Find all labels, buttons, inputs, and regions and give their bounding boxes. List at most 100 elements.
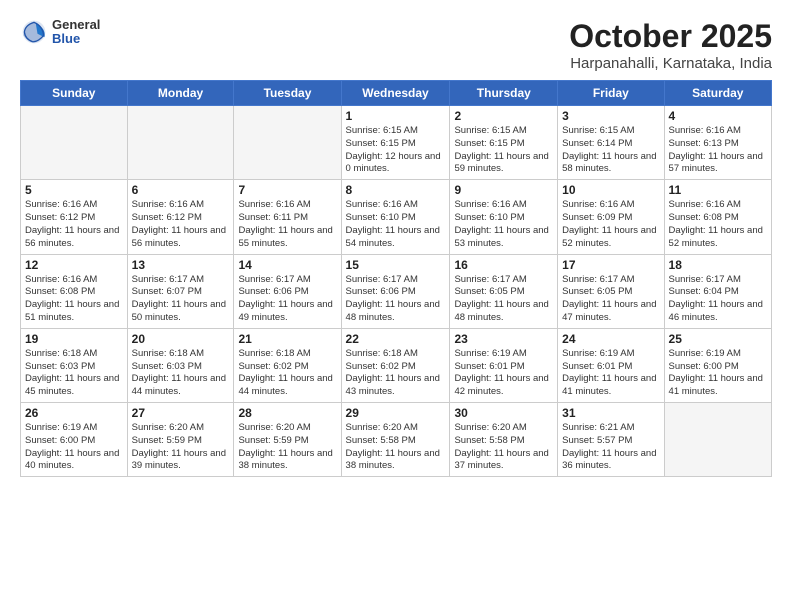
- day-number: 18: [669, 258, 767, 272]
- day-number: 23: [454, 332, 553, 346]
- calendar-week-row: 19Sunrise: 6:18 AM Sunset: 6:03 PM Dayli…: [21, 328, 772, 402]
- calendar-day-cell: [234, 106, 341, 180]
- calendar-day-cell: 15Sunrise: 6:17 AM Sunset: 6:06 PM Dayli…: [341, 254, 450, 328]
- calendar-day-cell: 11 Sunrise: 6:16 AM Sunset: 6:08 PM Dayli…: [664, 180, 771, 254]
- day-info: Sunrise: 6:20 AM Sunset: 5:59 PM Dayligh…: [238, 422, 336, 473]
- calendar-day-cell: 1 Sunrise: 6:15 AM Sunset: 6:15 PM Daylig…: [341, 106, 450, 180]
- day-info: Sunrise: 6:16 AM Sunset: 6:08 PM Dayligh…: [669, 199, 767, 250]
- header: General Blue October 2025 Harpanahalli, …: [20, 18, 772, 72]
- day-number: 22: [346, 332, 446, 346]
- day-number: 28: [238, 406, 336, 420]
- day-info: Sunrise: 6:18 AM Sunset: 6:03 PM Dayligh…: [132, 348, 230, 399]
- day-info: Sunrise: 6:16 AM Sunset: 6:10 PM Dayligh…: [454, 199, 553, 250]
- day-info: Sunrise: 6:21 AM Sunset: 5:57 PM Dayligh…: [562, 422, 659, 473]
- weekday-header: Tuesday: [234, 81, 341, 106]
- weekday-header: Friday: [558, 81, 664, 106]
- calendar-day-cell: 18 Sunrise: 6:17 AM Sunset: 6:04 PM Dayli…: [664, 254, 771, 328]
- calendar-day-cell: 13Sunrise: 6:17 AM Sunset: 6:07 PM Dayli…: [127, 254, 234, 328]
- calendar-day-cell: 26 Sunrise: 6:19 AM Sunset: 6:00 PM Dayli…: [21, 403, 128, 477]
- logo-general-text: General: [52, 18, 100, 32]
- calendar-day-cell: 25Sunrise: 6:19 AM Sunset: 6:00 PM Dayli…: [664, 328, 771, 402]
- page-subtitle: Harpanahalli, Karnataka, India: [569, 55, 772, 72]
- title-block: October 2025 Harpanahalli, Karnataka, In…: [569, 18, 772, 72]
- day-number: 8: [346, 183, 446, 197]
- day-info: Sunrise: 6:17 AM Sunset: 6:04 PM Dayligh…: [669, 274, 767, 325]
- day-number: 13: [132, 258, 230, 272]
- day-info: Sunrise: 6:20 AM Sunset: 5:59 PM Dayligh…: [132, 422, 230, 473]
- day-number: 26: [25, 406, 123, 420]
- day-number: 17: [562, 258, 659, 272]
- day-number: 2: [454, 109, 553, 123]
- weekday-header: Wednesday: [341, 81, 450, 106]
- calendar-day-cell: 3 Sunrise: 6:15 AM Sunset: 6:14 PM Daylig…: [558, 106, 664, 180]
- page-title: October 2025: [569, 18, 772, 55]
- day-number: 10: [562, 183, 659, 197]
- day-info: Sunrise: 6:16 AM Sunset: 6:12 PM Dayligh…: [25, 199, 123, 250]
- day-number: 30: [454, 406, 553, 420]
- page: General Blue October 2025 Harpanahalli, …: [0, 0, 792, 487]
- day-info: Sunrise: 6:19 AM Sunset: 6:01 PM Dayligh…: [562, 348, 659, 399]
- calendar-day-cell: 10Sunrise: 6:16 AM Sunset: 6:09 PM Dayli…: [558, 180, 664, 254]
- calendar-day-cell: 7 Sunrise: 6:16 AM Sunset: 6:11 PM Daylig…: [234, 180, 341, 254]
- day-info: Sunrise: 6:17 AM Sunset: 6:05 PM Dayligh…: [454, 274, 553, 325]
- day-info: Sunrise: 6:19 AM Sunset: 6:00 PM Dayligh…: [25, 422, 123, 473]
- logo: General Blue: [20, 18, 100, 47]
- day-info: Sunrise: 6:16 AM Sunset: 6:13 PM Dayligh…: [669, 125, 767, 176]
- day-number: 9: [454, 183, 553, 197]
- day-number: 4: [669, 109, 767, 123]
- day-info: Sunrise: 6:15 AM Sunset: 6:15 PM Dayligh…: [346, 125, 446, 176]
- calendar-header-row: SundayMondayTuesdayWednesdayThursdayFrid…: [21, 81, 772, 106]
- calendar-day-cell: 17 Sunrise: 6:17 AM Sunset: 6:05 PM Dayli…: [558, 254, 664, 328]
- day-info: Sunrise: 6:17 AM Sunset: 6:05 PM Dayligh…: [562, 274, 659, 325]
- day-info: Sunrise: 6:18 AM Sunset: 6:02 PM Dayligh…: [238, 348, 336, 399]
- calendar-week-row: 12 Sunrise: 6:16 AM Sunset: 6:08 PM Dayli…: [21, 254, 772, 328]
- day-number: 7: [238, 183, 336, 197]
- day-number: 1: [346, 109, 446, 123]
- day-info: Sunrise: 6:16 AM Sunset: 6:11 PM Dayligh…: [238, 199, 336, 250]
- calendar-day-cell: 16 Sunrise: 6:17 AM Sunset: 6:05 PM Dayli…: [450, 254, 558, 328]
- day-info: Sunrise: 6:15 AM Sunset: 6:14 PM Dayligh…: [562, 125, 659, 176]
- calendar-day-cell: 29 Sunrise: 6:20 AM Sunset: 5:58 PM Dayli…: [341, 403, 450, 477]
- calendar-week-row: 26 Sunrise: 6:19 AM Sunset: 6:00 PM Dayli…: [21, 403, 772, 477]
- calendar-day-cell: 6Sunrise: 6:16 AM Sunset: 6:12 PM Daylig…: [127, 180, 234, 254]
- day-info: Sunrise: 6:16 AM Sunset: 6:12 PM Dayligh…: [132, 199, 230, 250]
- calendar-day-cell: 19Sunrise: 6:18 AM Sunset: 6:03 PM Dayli…: [21, 328, 128, 402]
- calendar-week-row: 5 Sunrise: 6:16 AM Sunset: 6:12 PM Daylig…: [21, 180, 772, 254]
- day-number: 12: [25, 258, 123, 272]
- calendar-day-cell: 21Sunrise: 6:18 AM Sunset: 6:02 PM Dayli…: [234, 328, 341, 402]
- day-info: Sunrise: 6:16 AM Sunset: 6:10 PM Dayligh…: [346, 199, 446, 250]
- calendar-day-cell: 24Sunrise: 6:19 AM Sunset: 6:01 PM Dayli…: [558, 328, 664, 402]
- day-info: Sunrise: 6:17 AM Sunset: 6:06 PM Dayligh…: [346, 274, 446, 325]
- day-info: Sunrise: 6:15 AM Sunset: 6:15 PM Dayligh…: [454, 125, 553, 176]
- day-info: Sunrise: 6:16 AM Sunset: 6:08 PM Dayligh…: [25, 274, 123, 325]
- day-number: 25: [669, 332, 767, 346]
- calendar-day-cell: 20 Sunrise: 6:18 AM Sunset: 6:03 PM Dayli…: [127, 328, 234, 402]
- calendar-day-cell: 22Sunrise: 6:18 AM Sunset: 6:02 PM Dayli…: [341, 328, 450, 402]
- day-number: 3: [562, 109, 659, 123]
- weekday-header: Thursday: [450, 81, 558, 106]
- day-info: Sunrise: 6:20 AM Sunset: 5:58 PM Dayligh…: [454, 422, 553, 473]
- weekday-header: Saturday: [664, 81, 771, 106]
- calendar-day-cell: 8 Sunrise: 6:16 AM Sunset: 6:10 PM Daylig…: [341, 180, 450, 254]
- logo-blue-text: Blue: [52, 32, 100, 46]
- day-number: 16: [454, 258, 553, 272]
- calendar-day-cell: 4 Sunrise: 6:16 AM Sunset: 6:13 PM Daylig…: [664, 106, 771, 180]
- calendar-day-cell: 28 Sunrise: 6:20 AM Sunset: 5:59 PM Dayli…: [234, 403, 341, 477]
- day-number: 5: [25, 183, 123, 197]
- calendar-table: SundayMondayTuesdayWednesdayThursdayFrid…: [20, 80, 772, 477]
- day-number: 20: [132, 332, 230, 346]
- calendar-day-cell: 2 Sunrise: 6:15 AM Sunset: 6:15 PM Daylig…: [450, 106, 558, 180]
- calendar-day-cell: 9 Sunrise: 6:16 AM Sunset: 6:10 PM Daylig…: [450, 180, 558, 254]
- day-info: Sunrise: 6:17 AM Sunset: 6:06 PM Dayligh…: [238, 274, 336, 325]
- day-info: Sunrise: 6:19 AM Sunset: 6:01 PM Dayligh…: [454, 348, 553, 399]
- day-number: 14: [238, 258, 336, 272]
- day-number: 11: [669, 183, 767, 197]
- weekday-header: Sunday: [21, 81, 128, 106]
- day-info: Sunrise: 6:20 AM Sunset: 5:58 PM Dayligh…: [346, 422, 446, 473]
- calendar-day-cell: 5 Sunrise: 6:16 AM Sunset: 6:12 PM Daylig…: [21, 180, 128, 254]
- calendar-day-cell: 14 Sunrise: 6:17 AM Sunset: 6:06 PM Dayli…: [234, 254, 341, 328]
- calendar-week-row: 1 Sunrise: 6:15 AM Sunset: 6:15 PM Daylig…: [21, 106, 772, 180]
- day-number: 29: [346, 406, 446, 420]
- day-number: 27: [132, 406, 230, 420]
- day-info: Sunrise: 6:18 AM Sunset: 6:03 PM Dayligh…: [25, 348, 123, 399]
